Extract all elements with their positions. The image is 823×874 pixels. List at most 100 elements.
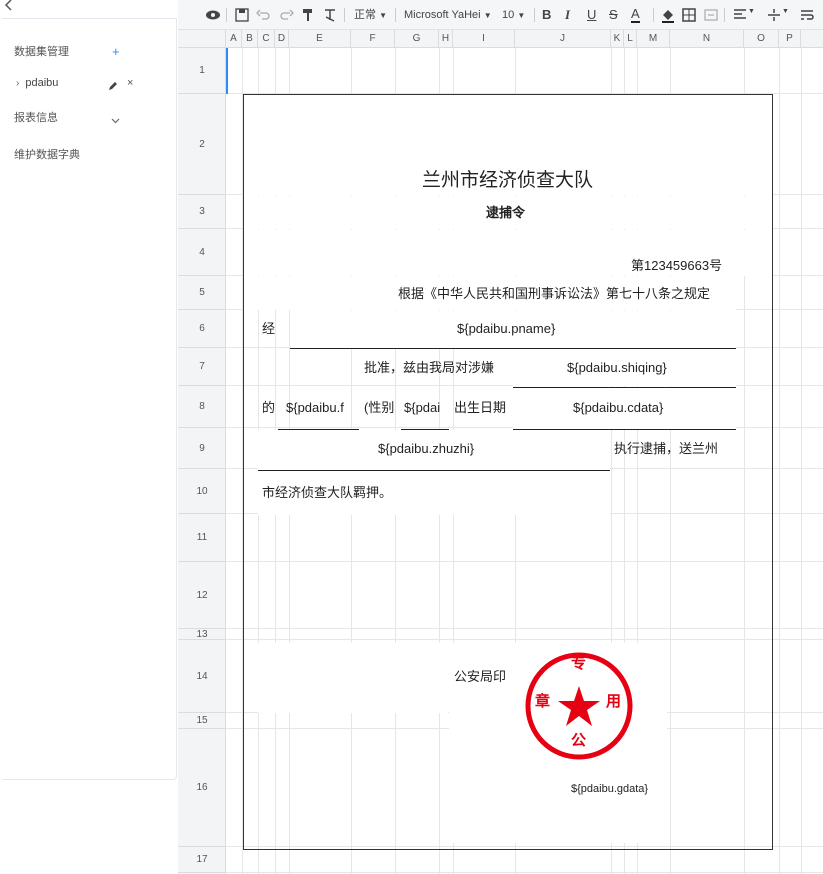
merge-icon[interactable] (703, 7, 719, 23)
row-header-12[interactable]: 12 (178, 562, 226, 629)
bold-icon[interactable]: B (542, 6, 551, 24)
zhuzhi-field[interactable]: ${pdaibu.zhuzhi} (378, 441, 474, 457)
row-header-6[interactable]: 6 (178, 310, 226, 348)
column-header-g[interactable]: G (395, 30, 439, 48)
undo-icon[interactable] (256, 7, 272, 23)
de-label: 的 (262, 400, 276, 415)
cdata-field[interactable]: ${pdaibu.cdata} (573, 400, 663, 416)
seal-char-bottom: 公 (571, 732, 587, 749)
close-icon: × (127, 77, 134, 89)
row-header-13[interactable]: 13 (178, 629, 226, 640)
sheet-grid[interactable]: 兰州市经济侦查大队 逮捕令 第123459663号 根据《中华人民共和国刑事诉讼… (226, 48, 823, 874)
italic-icon[interactable]: I (565, 6, 570, 24)
birth-date-label: 出生日期 (454, 400, 507, 415)
select-all-corner[interactable] (178, 30, 226, 48)
seal-char-left: 章 (535, 693, 551, 710)
align-icon[interactable] (732, 7, 748, 23)
row-header-4[interactable]: 4 (178, 229, 226, 276)
save-icon[interactable] (234, 7, 250, 23)
column-header-j[interactable]: J (515, 30, 611, 48)
row-header-8[interactable]: 8 (178, 386, 226, 428)
detain-text: 市经济侦查大队羁押。 (262, 485, 393, 500)
row-header-1[interactable]: 1 (178, 48, 226, 94)
pencil-icon (109, 82, 117, 90)
row-header-bar: 1 2 3 4 5 6 7 8 9 10 11 12 13 14 15 16 17 (178, 48, 226, 874)
column-header-c[interactable]: C (258, 30, 275, 48)
row-header-3[interactable]: 3 (178, 195, 226, 229)
shiqing-field[interactable]: ${pdaibu.shiqing} (567, 360, 667, 376)
caret-down-icon: ▼ (782, 8, 789, 15)
jing-label: 经 (262, 321, 276, 336)
column-header-p[interactable]: P (779, 30, 801, 48)
row-header-14[interactable]: 14 (178, 640, 226, 713)
row-header-10[interactable]: 10 (178, 469, 226, 514)
pname-field[interactable]: ${pdaibu.pname} (457, 321, 555, 337)
clear-format-icon[interactable] (322, 7, 338, 23)
gdata-field[interactable]: ${pdaibu.gdata} (571, 781, 648, 797)
sidebar: 数据集管理 + › pdaibu × 报表信息 维护数据字典 (0, 0, 178, 874)
report-info-expand[interactable] (111, 112, 120, 124)
maintain-dictionary-link[interactable]: 维护数据字典 (14, 147, 80, 163)
row-header-16[interactable]: 16 (178, 729, 226, 847)
column-header-bar: ABCDEFGHIJKLMNOP (178, 30, 823, 48)
column-header-a[interactable]: A (226, 30, 242, 48)
f-field[interactable]: ${pdaibu.f (286, 400, 344, 416)
preview-icon[interactable] (205, 7, 221, 23)
strikethrough-icon[interactable]: S (609, 6, 618, 24)
valign-icon[interactable] (766, 7, 782, 23)
dataset-management-title: 数据集管理 (14, 46, 69, 58)
column-header-m[interactable]: M (637, 30, 670, 48)
collapse-sidebar-button[interactable] (4, 0, 18, 13)
row-header-11[interactable]: 11 (178, 514, 226, 562)
wrap-icon[interactable] (799, 7, 815, 23)
dataset-name: pdaibu (25, 77, 59, 89)
doc-number: 第123459663号 (631, 258, 723, 273)
report-info-toggle[interactable]: 报表信息 (14, 110, 58, 126)
caret-down-icon: ▼ (748, 8, 755, 15)
column-header-e[interactable]: E (289, 30, 351, 48)
seal-label: 公安局印 (454, 669, 507, 684)
column-header-n[interactable]: N (670, 30, 744, 48)
font-select[interactable]: Microsoft YaHei ▼ (404, 6, 492, 24)
font-size-select[interactable]: 10 ▼ (502, 6, 525, 24)
caret-down-icon: ▼ (379, 11, 387, 20)
sidebar-panel (2, 18, 177, 780)
style-select[interactable]: 正常 ▼ (354, 6, 387, 24)
delete-dataset-button[interactable]: × (127, 76, 133, 90)
selected-cell[interactable] (226, 48, 243, 94)
column-header-h[interactable]: H (439, 30, 453, 48)
column-header-k[interactable]: K (611, 30, 624, 48)
row-header-9[interactable]: 9 (178, 428, 226, 469)
row-header-5[interactable]: 5 (178, 276, 226, 310)
add-dataset-button[interactable]: + (112, 45, 120, 59)
fill-color-icon[interactable] (660, 7, 676, 23)
column-header-b[interactable]: B (242, 30, 258, 48)
seal-char-top: 专 (571, 655, 587, 672)
row-header-2[interactable]: 2 (178, 94, 226, 195)
format-painter-icon[interactable] (300, 7, 316, 23)
column-header-i[interactable]: I (453, 30, 515, 48)
edit-dataset-button[interactable] (108, 78, 118, 90)
redo-icon[interactable] (278, 7, 294, 23)
row-header-7[interactable]: 7 (178, 348, 226, 386)
gender-label: (性别 (364, 400, 395, 415)
column-header-l[interactable]: L (624, 30, 637, 48)
dataset-item[interactable]: › pdaibu (16, 75, 58, 91)
column-header-f[interactable]: F (351, 30, 395, 48)
plus-icon: + (112, 44, 120, 59)
column-header-d[interactable]: D (275, 30, 289, 48)
border-icon[interactable] (681, 7, 697, 23)
font-color-icon[interactable]: A (631, 6, 640, 23)
font-size-value: 10 (502, 9, 515, 21)
style-select-value: 正常 (354, 9, 376, 21)
row-header-15[interactable]: 15 (178, 713, 226, 729)
legal-basis: 根据《中华人民共和国刑事诉讼法》第七十八条之规定 (398, 286, 711, 301)
font-select-value: Microsoft YaHei (404, 9, 481, 21)
row-header-17[interactable]: 17 (178, 847, 226, 873)
column-header-o[interactable]: O (744, 30, 779, 48)
chevron-right-icon: › (16, 78, 20, 89)
pdai-field[interactable]: ${pdai (404, 400, 440, 416)
underline-icon[interactable]: U (587, 6, 596, 24)
org-title: 兰州市经济侦查大队 (422, 170, 594, 191)
toolbar: 正常 ▼ Microsoft YaHei ▼ 10 ▼ B I U S A ▼ … (178, 0, 823, 30)
